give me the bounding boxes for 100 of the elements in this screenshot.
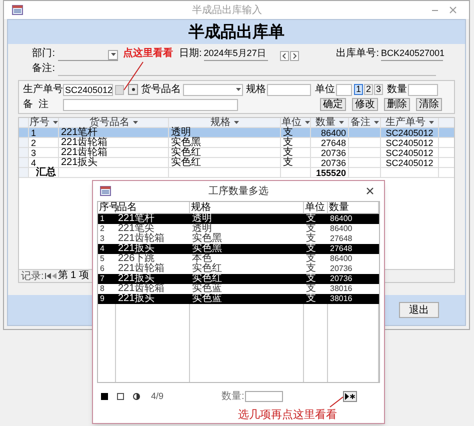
list-row[interactable]: 8 221齿轮箱 实色蓝 支 38016 <box>98 284 379 294</box>
caret-icon <box>132 121 138 124</box>
item-name-dropdown[interactable] <box>183 84 243 96</box>
table-cell: 支 <box>281 138 311 147</box>
action-button[interactable]: 修改 <box>352 98 378 111</box>
column-header[interactable]: 品名 <box>116 202 190 213</box>
list-cell-text: 20736 <box>329 274 354 284</box>
table-cell: 27648 <box>311 138 349 147</box>
arrow-star-icon <box>345 393 356 400</box>
caret-icon <box>236 88 241 91</box>
summary-total: 155520 <box>311 168 349 177</box>
column-header[interactable]: 生产单号 <box>381 118 439 127</box>
table-cell: 透明 <box>169 128 281 137</box>
table-row[interactable]: 1 221笔杆 透明 支 86400 SC2405012 <box>19 128 454 138</box>
unit-field[interactable] <box>336 84 352 96</box>
table-cell: SC2405012 <box>381 128 439 137</box>
column-header[interactable]: 序号 <box>98 202 116 213</box>
quantity-field[interactable] <box>245 391 284 402</box>
table-cell: 1 <box>29 128 59 137</box>
table-cell: 实色红 <box>169 148 281 157</box>
production-number-field[interactable]: SC2405012 <box>63 84 113 96</box>
list-cell-text: 1 <box>99 214 106 224</box>
list-cell-text: 支 <box>305 264 317 274</box>
list-cell-text: 86400 <box>329 224 354 234</box>
list-cell-text: 本色 <box>191 254 212 264</box>
table-cell: 4 <box>29 158 59 167</box>
field-label: 规格 <box>246 82 267 97</box>
column-header[interactable]: 单位 <box>281 118 311 127</box>
list-cell-text: 86400 <box>329 214 354 224</box>
previous-date-icon <box>280 51 289 61</box>
confirm-button[interactable] <box>343 391 358 402</box>
spec-field[interactable] <box>267 84 311 96</box>
table-row[interactable]: 4 221扳头 实色红 支 20736 SC2405012 <box>19 158 454 168</box>
table-cell: 2 <box>29 138 59 147</box>
list-cell-text: 86400 <box>329 254 354 264</box>
list-cell-text: 3 <box>99 234 106 244</box>
list-cell-text: 226下跳 <box>117 254 155 264</box>
date-field[interactable]: 2024年5月27日 <box>204 46 268 61</box>
small-box[interactable] <box>115 84 124 94</box>
form-title: 半成品出库单 <box>188 21 284 43</box>
form-icon <box>12 5 23 15</box>
column-header[interactable]: 备注 <box>349 118 381 127</box>
list-cell-text: 支 <box>305 294 317 304</box>
unit-option[interactable]: 2 <box>364 84 373 95</box>
list-cell-text: 221齿轮箱 <box>117 284 166 294</box>
caret-icon <box>52 121 58 124</box>
list-cell-text: 20736 <box>329 264 354 274</box>
unit-option[interactable]: 3 <box>374 84 383 95</box>
list-cell-text: 27648 <box>329 234 354 244</box>
list-cell-text: 221齿轮箱 <box>117 264 166 274</box>
table-cell: 实色红 <box>169 158 281 167</box>
previous-record-icon <box>52 273 57 279</box>
field-label: 备注: <box>31 62 56 76</box>
list-cell-text: 支 <box>305 214 317 224</box>
list-cell-text: 221笔杆 <box>117 214 156 224</box>
list-row[interactable]: 6 221齿轮箱 实色红 支 20736 <box>98 264 379 274</box>
field-label: 货号品名 <box>141 83 182 97</box>
pick-button[interactable] <box>128 84 138 95</box>
column-header[interactable]: 单位 <box>304 202 328 213</box>
table-cell: 支 <box>281 148 311 157</box>
unit-option[interactable]: 1 <box>354 84 363 95</box>
table-cell: 86400 <box>311 128 349 137</box>
navigator-label: 记录: <box>21 270 44 284</box>
list-cell-text: 实色蓝 <box>191 284 223 294</box>
field-label: 部门: <box>31 46 56 61</box>
column-header[interactable]: 数量 <box>328 202 379 213</box>
table-cell: 20736 <box>311 148 349 157</box>
next-date-icon <box>290 51 299 61</box>
list-cell-text: 38016 <box>329 294 354 304</box>
table-row[interactable]: 2 221齿轮箱 实色黑 支 27648 SC2405012 <box>19 138 454 148</box>
table-row[interactable]: 3 221齿轮箱 实色红 支 20736 SC2405012 <box>19 148 454 158</box>
list-cell-text: 支 <box>305 254 317 264</box>
action-button[interactable]: 清除 <box>416 98 442 111</box>
column-header[interactable]: 序号 <box>29 118 59 127</box>
list-row[interactable]: 2 221笔尖 透明 支 86400 <box>98 224 379 234</box>
action-button[interactable]: 删除 <box>384 98 410 111</box>
field-label: 生产单号 <box>23 82 63 97</box>
quantity-field[interactable] <box>408 84 438 96</box>
annotation-text: 选几项再点这里看看 <box>238 408 338 422</box>
list-row[interactable]: 3 221齿轮箱 实色黑 支 27648 <box>98 234 379 244</box>
list-cell-text: 27648 <box>329 244 354 254</box>
column-header[interactable]: 数量 <box>311 118 349 127</box>
department-dropdown[interactable] <box>58 49 118 61</box>
table-cell: 实色黑 <box>169 138 281 147</box>
dialog-title: 工序数量多选 <box>208 184 270 198</box>
first-record-icon <box>44 273 51 279</box>
table-cell: SC2405012 <box>381 138 439 147</box>
action-button[interactable]: 确定 <box>320 98 346 111</box>
leader-line <box>330 396 344 408</box>
list-row[interactable]: 1 221笔杆 透明 支 86400 <box>98 214 379 224</box>
list-cell-text: 支 <box>305 224 317 234</box>
exit-button[interactable]: 退出 <box>399 302 439 318</box>
order-number-field[interactable]: BCK240527001 <box>381 46 443 61</box>
list-cell-text: 2 <box>99 224 106 234</box>
field-label: 数量: <box>222 390 244 404</box>
remark-field[interactable] <box>63 98 238 110</box>
caret-icon <box>110 53 116 56</box>
list-row[interactable]: 5 226下跳 本色 支 86400 <box>98 254 379 264</box>
column-header[interactable]: 规格 <box>190 202 304 213</box>
selection-count: 4/9 <box>151 390 164 403</box>
